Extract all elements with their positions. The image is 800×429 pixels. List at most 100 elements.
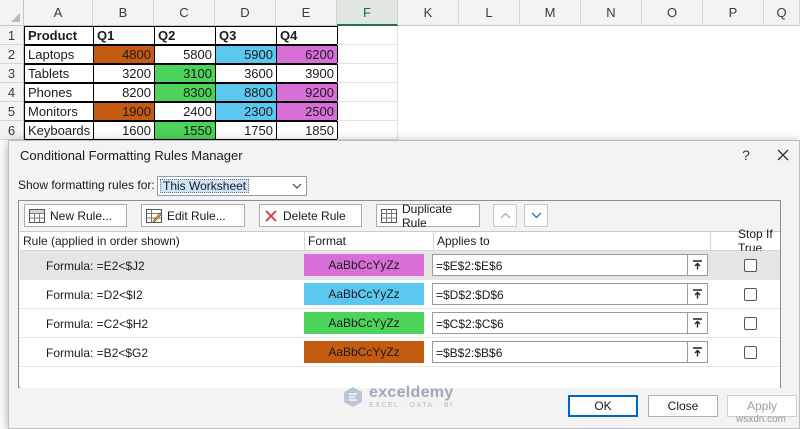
- rule-row[interactable]: Formula: =E2<$J2 AaBbCcYyZz =$E$2:$E$6: [20, 251, 780, 280]
- cell-f5[interactable]: [337, 102, 398, 121]
- cell-product[interactable]: Keyboards: [24, 121, 94, 140]
- delete-rule-button[interactable]: Delete Rule: [259, 204, 362, 227]
- cell-b1[interactable]: Q1: [93, 26, 155, 45]
- cell-f2[interactable]: [337, 45, 398, 64]
- column-header-c[interactable]: C: [154, 0, 215, 26]
- cell-q2[interactable]: 3100: [154, 64, 216, 83]
- cell-product[interactable]: Monitors: [24, 102, 94, 121]
- column-header-a[interactable]: A: [24, 0, 93, 26]
- new-rule-icon: [29, 208, 45, 223]
- cell-q2[interactable]: 5800: [154, 45, 216, 64]
- cell-q1[interactable]: 1600: [93, 121, 155, 140]
- cell-q1[interactable]: 4800: [93, 45, 155, 64]
- cell-q3[interactable]: 8800: [215, 83, 277, 102]
- cell-f4[interactable]: [337, 83, 398, 102]
- help-button[interactable]: ?: [736, 145, 756, 165]
- close-icon[interactable]: [772, 144, 794, 166]
- collapse-range-button[interactable]: [687, 284, 707, 304]
- move-down-button[interactable]: [524, 204, 548, 227]
- rule-formula: Formula: =E2<$J2: [46, 259, 145, 273]
- edit-rule-button[interactable]: Edit Rule...: [141, 204, 245, 227]
- applies-to-value: =$D$2:$D$6: [436, 288, 504, 302]
- stop-if-true-checkbox[interactable]: [744, 346, 757, 359]
- spreadsheet: A B C D E F K L M N O P Q 1 2 3 4 5 6 Pr…: [0, 0, 800, 150]
- cell-q4[interactable]: 3900: [276, 64, 338, 83]
- cell-product[interactable]: Laptops: [24, 45, 94, 64]
- column-header-format: Format: [305, 232, 434, 251]
- cell-d1[interactable]: Q3: [215, 26, 277, 45]
- stop-if-true-checkbox[interactable]: [744, 317, 757, 330]
- cell-q1[interactable]: 8200: [93, 83, 155, 102]
- row-header-3[interactable]: 3: [0, 64, 24, 83]
- range-picker-icon: [693, 317, 702, 327]
- cell-q2[interactable]: 8300: [154, 83, 216, 102]
- exceldemy-watermark: exceldemy EXCEL · DATA · BI: [342, 384, 454, 409]
- show-rules-dropdown[interactable]: This Worksheet: [157, 176, 307, 196]
- rule-row[interactable]: Formula: =B2<$G2 AaBbCcYyZz =$B$2:$B$6: [20, 338, 780, 367]
- row-header-1[interactable]: 1: [0, 26, 24, 45]
- cell-a1[interactable]: Product: [24, 26, 94, 45]
- delete-icon: [265, 209, 277, 222]
- cell-q3[interactable]: 1750: [215, 121, 277, 140]
- cell-q1[interactable]: 3200: [93, 64, 155, 83]
- column-header-k[interactable]: K: [398, 0, 459, 26]
- format-preview: AaBbCcYyZz: [304, 312, 424, 334]
- rule-row[interactable]: Formula: =D2<$I2 AaBbCcYyZz =$D$2:$D$6: [20, 280, 780, 309]
- applies-to-field[interactable]: =$C$2:$C$6: [432, 312, 708, 334]
- column-header-q[interactable]: Q: [764, 0, 800, 26]
- collapse-range-button[interactable]: [687, 255, 707, 275]
- rule-row[interactable]: Formula: =C2<$H2 AaBbCcYyZz =$C$2:$C$6: [20, 309, 780, 338]
- collapse-range-button[interactable]: [687, 313, 707, 333]
- select-all-corner[interactable]: [0, 0, 24, 26]
- stop-if-true-checkbox[interactable]: [744, 288, 757, 301]
- column-header-o[interactable]: O: [642, 0, 703, 26]
- rules-panel: New Rule... Edit Rule... Delete Rule Dup…: [18, 200, 781, 388]
- cell-q2[interactable]: 2400: [154, 102, 216, 121]
- cell-q4[interactable]: 6200: [276, 45, 338, 64]
- cell-q1[interactable]: 1900: [93, 102, 155, 121]
- column-header-m[interactable]: M: [520, 0, 581, 26]
- cell-product[interactable]: Phones: [24, 83, 94, 102]
- rule-formula: Formula: =B2<$G2: [46, 346, 149, 360]
- new-rule-button[interactable]: New Rule...: [24, 204, 127, 227]
- chevron-down-icon: [531, 212, 541, 219]
- cell-q4[interactable]: 1850: [276, 121, 338, 140]
- cell-q4[interactable]: 2500: [276, 102, 338, 121]
- cell-q3[interactable]: 3600: [215, 64, 277, 83]
- cell-q3[interactable]: 2300: [215, 102, 277, 121]
- row-header-2[interactable]: 2: [0, 45, 24, 64]
- cell-product[interactable]: Tablets: [24, 64, 94, 83]
- move-up-button[interactable]: [493, 204, 517, 227]
- column-header-b[interactable]: B: [93, 0, 154, 26]
- cell-q3[interactable]: 5900: [215, 45, 277, 64]
- stop-if-true-checkbox[interactable]: [744, 259, 757, 272]
- column-header-e[interactable]: E: [276, 0, 337, 26]
- duplicate-rule-button[interactable]: Duplicate Rule: [376, 202, 480, 230]
- applies-to-field[interactable]: =$E$2:$E$6: [432, 254, 708, 276]
- close-button[interactable]: Close: [648, 395, 718, 417]
- ok-button[interactable]: OK: [568, 395, 638, 417]
- cell-e1[interactable]: Q4: [276, 26, 338, 45]
- duplicate-rule-icon: [381, 208, 397, 223]
- cell-q2[interactable]: 1550: [154, 121, 216, 140]
- chevron-down-icon[interactable]: [289, 178, 305, 194]
- row-header-6[interactable]: 6: [0, 121, 24, 140]
- chevron-up-icon: [500, 212, 510, 219]
- column-header-f[interactable]: F: [337, 0, 398, 26]
- row-header-5[interactable]: 5: [0, 102, 24, 121]
- cell-q4[interactable]: 9200: [276, 83, 338, 102]
- column-header-p[interactable]: P: [703, 0, 764, 26]
- format-preview: AaBbCcYyZz: [304, 341, 424, 363]
- cell-f1[interactable]: [337, 26, 398, 45]
- column-header-l[interactable]: L: [459, 0, 520, 26]
- cell-f3[interactable]: [337, 64, 398, 83]
- cell-f6[interactable]: [337, 121, 398, 140]
- collapse-range-button[interactable]: [687, 342, 707, 362]
- row-header-4[interactable]: 4: [0, 83, 24, 102]
- column-header-d[interactable]: D: [215, 0, 276, 26]
- format-preview: AaBbCcYyZz: [304, 283, 424, 305]
- applies-to-field[interactable]: =$D$2:$D$6: [432, 283, 708, 305]
- applies-to-field[interactable]: =$B$2:$B$6: [432, 341, 708, 363]
- column-header-n[interactable]: N: [581, 0, 642, 26]
- cell-c1[interactable]: Q2: [154, 26, 216, 45]
